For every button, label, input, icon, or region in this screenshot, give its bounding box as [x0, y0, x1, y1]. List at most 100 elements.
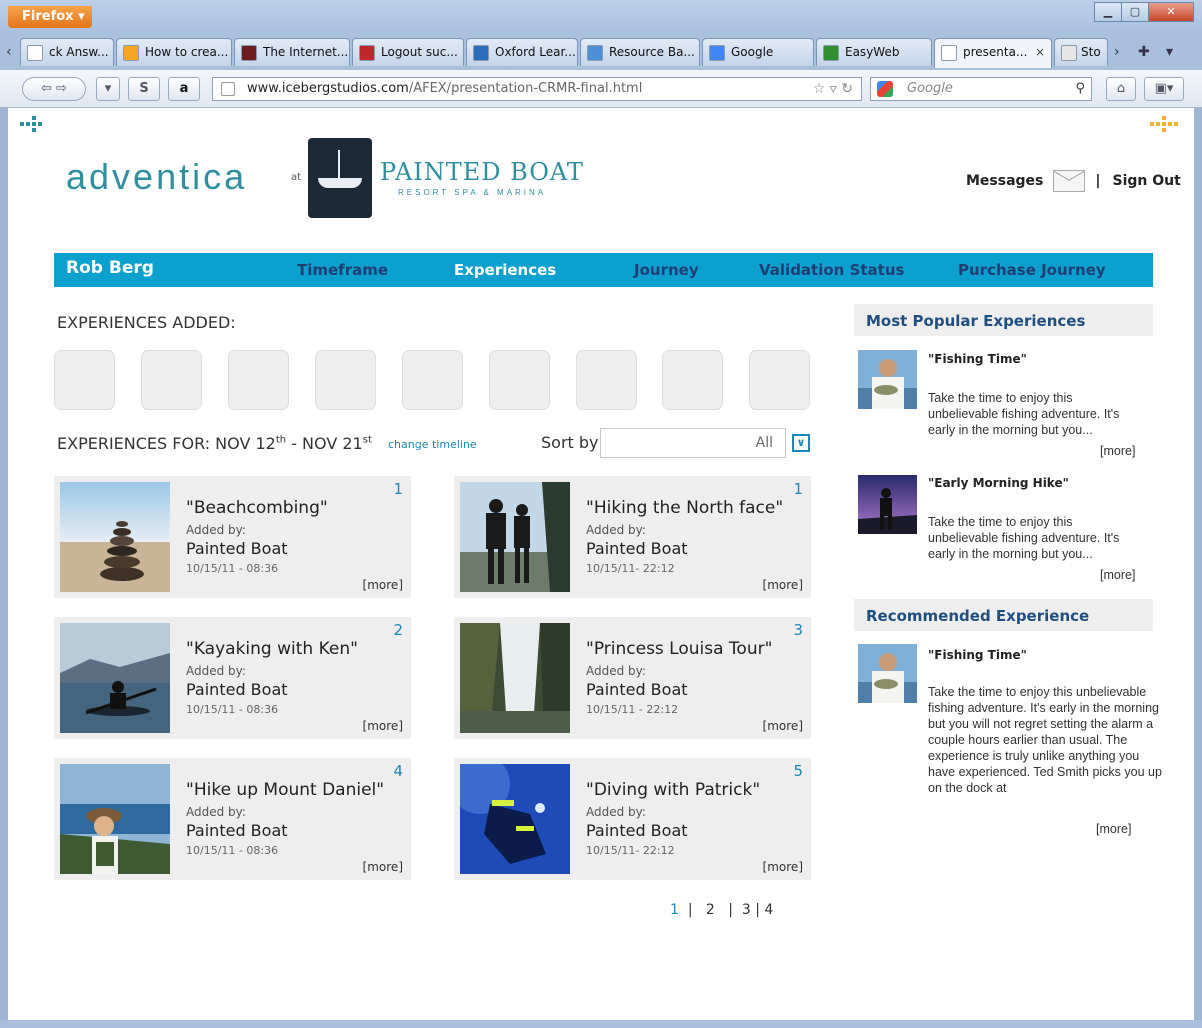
experience-slot[interactable]	[662, 350, 723, 410]
recommended-more-link[interactable]: [more]	[1096, 822, 1131, 836]
popular-more-link[interactable]: [more]	[1100, 444, 1135, 458]
card-title[interactable]: "Hiking the North face"	[586, 498, 783, 518]
search-bar[interactable]: Google ⚲	[870, 77, 1092, 101]
messages-link[interactable]: Messages	[966, 173, 1043, 189]
nav-item-journey[interactable]: Journey	[634, 261, 699, 279]
tab-list-icon[interactable]: ▾	[1166, 44, 1173, 60]
tab-scroll-left-icon[interactable]: ‹	[6, 44, 12, 60]
recommended-title[interactable]: "Fishing Time"	[928, 648, 1027, 662]
page-4-link[interactable]: 4	[764, 902, 773, 918]
tab-scroll-right-icon[interactable]: ›	[1114, 44, 1120, 60]
card-number: 2	[393, 621, 403, 639]
browser-tab-2[interactable]: How to crea...	[116, 38, 232, 66]
card-more-link[interactable]: [more]	[363, 578, 403, 592]
card-date: 10/15/11 - 08:36	[186, 562, 279, 575]
tab-label: Logout suc...	[381, 45, 458, 59]
s-addon-icon[interactable]: S	[128, 77, 160, 101]
card-title[interactable]: "Hike up Mount Daniel"	[186, 780, 384, 800]
nav-item-validation-status[interactable]: Validation Status	[759, 261, 904, 279]
card-more-link[interactable]: [more]	[363, 719, 403, 733]
experience-card[interactable]: 1 "Beachcombing" Added by: Painted Boat …	[54, 476, 411, 598]
chevron-down-icon[interactable]: ∨	[792, 434, 810, 452]
card-title[interactable]: "Kayaking with Ken"	[186, 639, 358, 659]
nav-item-purchase-journey[interactable]: Purchase Journey	[958, 261, 1106, 279]
maximize-icon[interactable]: ▢	[1121, 2, 1149, 22]
browser-tab-8[interactable]: EasyWeb	[816, 38, 932, 66]
search-icon[interactable]: ⚲	[1075, 78, 1085, 100]
bookmark-star-icon[interactable]: ☆ ▿ ↻	[813, 78, 853, 100]
new-tab-icon[interactable]: ✚	[1138, 44, 1150, 60]
adventica-logo[interactable]: adventica	[66, 156, 247, 198]
nav-user-name[interactable]: Rob Berg	[66, 258, 154, 278]
fisherman-thumbnail[interactable]	[858, 350, 917, 409]
browser-tab-active[interactable]: presenta... ×	[934, 38, 1052, 68]
sign-out-link[interactable]: Sign Out	[1113, 173, 1181, 189]
nav-item-timeframe[interactable]: Timeframe	[297, 261, 388, 279]
experience-card[interactable]: 3 "Princess Louisa Tour" Added by: Paint…	[454, 617, 811, 739]
experience-slot[interactable]	[576, 350, 637, 410]
popular-title[interactable]: "Fishing Time"	[928, 352, 1027, 366]
tab-close-icon[interactable]: ×	[1035, 45, 1045, 59]
card-more-link[interactable]: [more]	[763, 578, 803, 592]
fisherman-thumbnail[interactable]	[858, 644, 917, 703]
browser-tab-5[interactable]: Oxford Lear...	[466, 38, 578, 66]
mail-icon[interactable]	[1053, 170, 1086, 192]
experience-card[interactable]: 4 "Hike up Mount Daniel" Added by: Paint…	[54, 758, 411, 880]
card-title[interactable]: "Beachcombing"	[186, 498, 328, 518]
back-forward-icon[interactable]: ⇦ ⇨	[22, 77, 86, 101]
site-identity-icon	[221, 82, 235, 96]
experience-slot[interactable]	[315, 350, 376, 410]
card-title[interactable]: "Diving with Patrick"	[586, 780, 760, 800]
next-arrow-icon[interactable]	[1148, 114, 1178, 140]
change-timeline-link[interactable]: change timeline	[388, 438, 477, 451]
card-added-by: Added by:	[186, 805, 246, 819]
experience-card[interactable]: 2 "Kayaking with Ken" Added by: Painted …	[54, 617, 411, 739]
page-1-link[interactable]: 1	[670, 902, 679, 918]
close-window-icon[interactable]: ✕	[1148, 2, 1194, 22]
experience-slot[interactable]	[749, 350, 810, 410]
url-bar[interactable]: www.icebergstudios.com/AFEX/presentation…	[212, 77, 862, 101]
popular-more-link[interactable]: [more]	[1100, 568, 1135, 582]
tab-label: ck Answ...	[49, 45, 109, 59]
firefox-menu-label: Firefox	[22, 9, 74, 24]
experiences-added-title: EXPERIENCES ADDED:	[57, 313, 236, 332]
tab-favicon-icon	[587, 45, 603, 61]
page-3-link[interactable]: 3	[742, 902, 751, 918]
window-titlebar: Firefox ▾ ▁ ▢ ✕	[0, 0, 1202, 34]
hiker-sunrise-thumbnail[interactable]	[858, 475, 917, 534]
card-added-by: Added by:	[186, 664, 246, 678]
home-icon[interactable]: ⌂	[1106, 77, 1136, 101]
amazon-icon[interactable]: a	[168, 77, 200, 101]
browser-tab-7[interactable]: Google	[702, 38, 814, 66]
history-dropdown-icon[interactable]: ▾	[96, 77, 120, 101]
browser-tab-4[interactable]: Logout suc...	[352, 38, 464, 66]
experience-slot[interactable]	[54, 350, 115, 410]
prev-arrow-icon[interactable]	[20, 114, 46, 138]
sort-select[interactable]: All	[600, 428, 786, 458]
firefox-menu-button[interactable]: Firefox ▾	[8, 6, 92, 28]
addon-toolbar-icon[interactable]: ▣▾	[1144, 77, 1184, 101]
card-more-link[interactable]: [more]	[763, 719, 803, 733]
experience-card[interactable]: 5 "Diving with Patrick" Added by: Painte…	[454, 758, 811, 880]
popular-title[interactable]: "Early Morning Hike"	[928, 476, 1069, 490]
card-added-by: Added by:	[586, 523, 646, 537]
experience-slot[interactable]	[228, 350, 289, 410]
browser-tab-10[interactable]: Sto	[1054, 38, 1108, 66]
experience-card[interactable]: 1 "Hiking the North face" Added by: Pain…	[454, 476, 811, 598]
experience-slot[interactable]	[141, 350, 202, 410]
browser-tab-3[interactable]: The Internet...	[234, 38, 350, 66]
experience-slot[interactable]	[402, 350, 463, 410]
experiences-for-title: EXPERIENCES FOR: NOV 12th - NOV 21st	[57, 434, 372, 453]
experience-slot[interactable]	[489, 350, 550, 410]
card-title[interactable]: "Princess Louisa Tour"	[586, 639, 772, 659]
card-more-link[interactable]: [more]	[363, 860, 403, 874]
sort-by-label: Sort by	[541, 433, 599, 452]
card-more-link[interactable]: [more]	[763, 860, 803, 874]
browser-tab-6[interactable]: Resource Ba...	[580, 38, 700, 66]
minimize-icon[interactable]: ▁	[1094, 2, 1122, 22]
tab-favicon-icon	[1061, 45, 1077, 61]
card-date: 10/15/11- 22:12	[586, 844, 675, 857]
page-2-link[interactable]: 2	[706, 902, 715, 918]
browser-tab-1[interactable]: ck Answ...	[20, 38, 114, 66]
nav-item-experiences[interactable]: Experiences	[454, 261, 556, 279]
